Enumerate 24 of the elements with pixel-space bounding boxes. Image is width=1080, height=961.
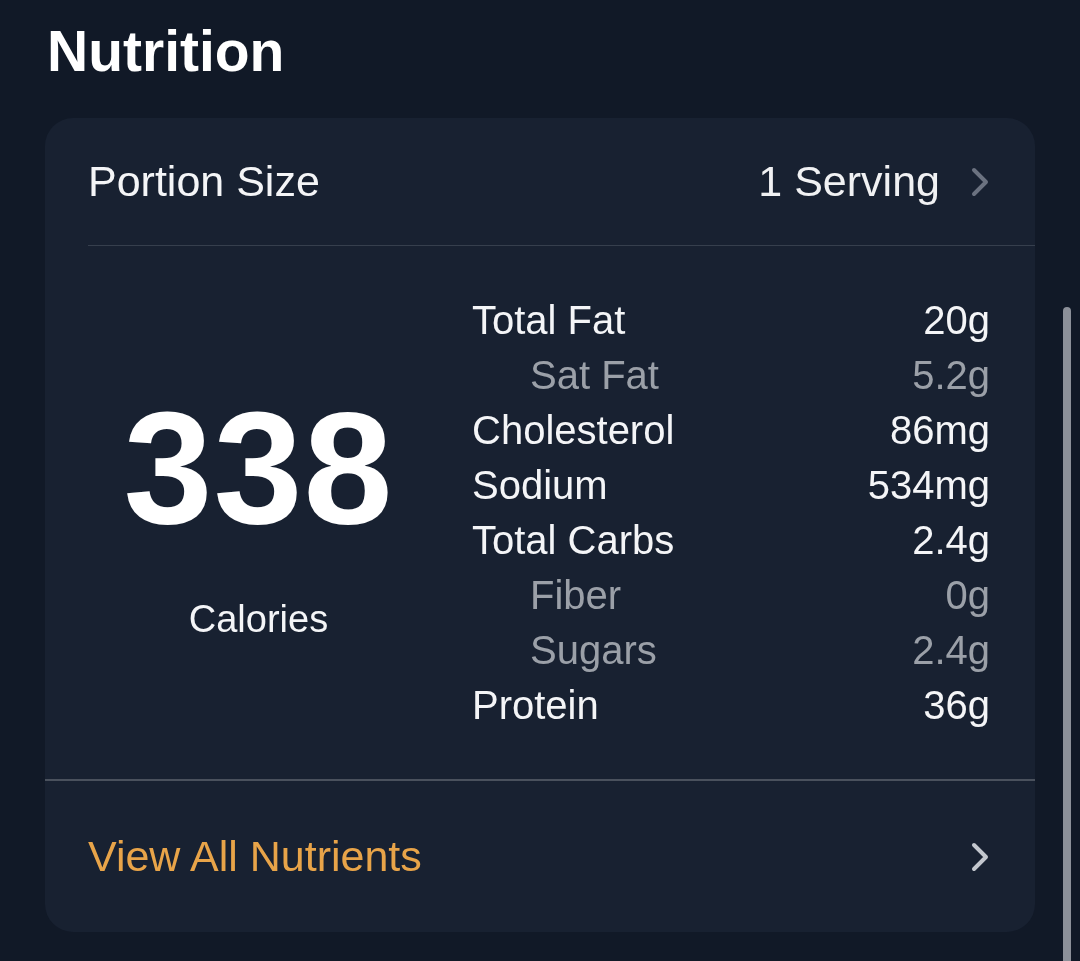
nutrient-name: Total Carbs: [472, 517, 675, 564]
view-all-nutrients-link[interactable]: View All Nutrients: [45, 781, 1035, 932]
nutrient-amount: 5.2g: [912, 352, 990, 399]
nutrient-amount: 20g: [923, 297, 990, 344]
nutrient-name: Protein: [472, 682, 599, 729]
portion-size-label: Portion Size: [88, 157, 320, 206]
chevron-icon: [970, 166, 990, 197]
nutrient-name: Sat Fat: [530, 352, 659, 399]
nutrient-amount: 2.4g: [912, 517, 990, 564]
nutrient-amount: 36g: [923, 682, 990, 729]
nutrient-name: Sodium: [472, 462, 608, 509]
nutrient-amount: 2.4g: [912, 627, 990, 674]
calorie-count: 338: [123, 392, 394, 543]
nutrient-name: Cholesterol: [472, 407, 675, 454]
portion-picker[interactable]: 1 Serving: [758, 157, 990, 206]
nutrient-name: Fiber: [530, 572, 622, 619]
nutrient-name: Sugars: [530, 627, 657, 674]
chevron-icon: [970, 841, 990, 872]
nutrient-amount: 534mg: [867, 462, 990, 509]
nutrient-amount: 86mg: [889, 407, 990, 454]
nutrient-name: Total Fat: [472, 297, 626, 344]
nutrient-amount: 0g: [945, 572, 990, 619]
section-title: Nutrition: [47, 18, 285, 84]
calories-label: Calories: [188, 596, 329, 641]
